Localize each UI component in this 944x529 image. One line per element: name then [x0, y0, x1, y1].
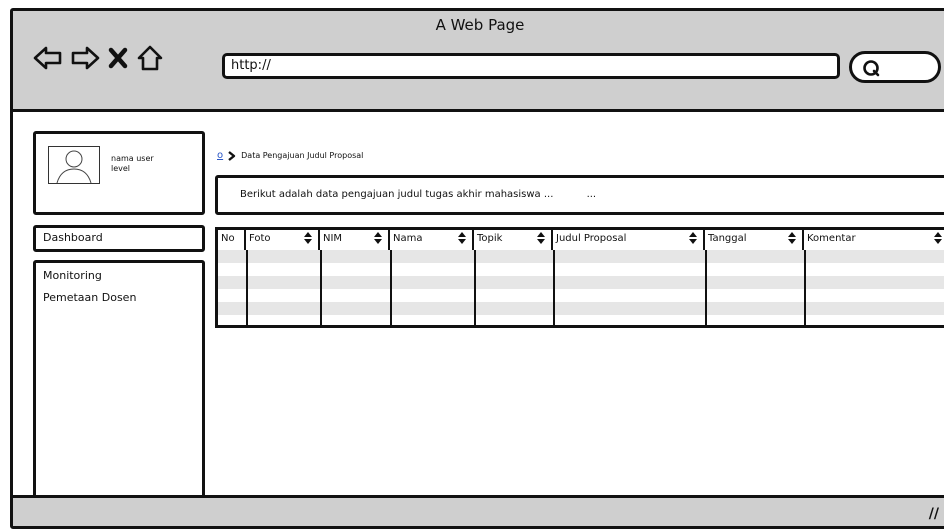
user-name: nama user [111, 154, 154, 163]
column-divider [474, 250, 476, 325]
column-divider [804, 250, 806, 325]
browser-toolbar: A Web Page http:// [13, 11, 944, 112]
breadcrumb: o Data Pengajuan Judul Proposal [217, 150, 363, 161]
column-header-nim[interactable]: NIM [320, 230, 390, 250]
sort-icon[interactable] [458, 232, 466, 244]
sidebar-item-pemetaan-dosen[interactable]: Pemetaan Dosen [43, 291, 195, 304]
column-divider [705, 250, 707, 325]
home-icon[interactable] [136, 44, 164, 72]
sort-icon[interactable] [788, 232, 796, 244]
back-icon[interactable] [33, 45, 63, 71]
sort-icon[interactable] [689, 232, 697, 244]
sort-icon[interactable] [374, 232, 382, 244]
info-text: Berikut adalah data pengajuan judul tuga… [240, 189, 554, 200]
info-panel: Berikut adalah data pengajuan judul tuga… [215, 175, 944, 215]
sort-icon[interactable] [537, 232, 545, 244]
data-table: No Foto NIM Nama Topik Judul Proposal Ta… [215, 227, 944, 328]
table-row[interactable] [218, 263, 944, 276]
table-row[interactable] [218, 302, 944, 315]
column-header-topik[interactable]: Topik [474, 230, 553, 250]
column-header-komentar[interactable]: Komentar [804, 230, 944, 250]
user-level: level [111, 164, 131, 173]
column-divider [390, 250, 392, 325]
window-title: A Web Page [435, 16, 525, 34]
search-icon [863, 60, 880, 77]
browser-window: A Web Page http:// nama user level Dashb… [10, 8, 944, 529]
sort-icon[interactable] [304, 232, 312, 244]
column-divider [553, 250, 555, 325]
status-bar: // [13, 495, 944, 526]
user-profile-card: nama user level [33, 131, 205, 215]
avatar [48, 146, 100, 184]
close-icon[interactable] [107, 46, 129, 70]
column-header-judul-proposal[interactable]: Judul Proposal [553, 230, 705, 250]
column-header-tanggal[interactable]: Tanggal [705, 230, 804, 250]
sort-icon[interactable] [934, 232, 942, 244]
chevron-right-icon [228, 150, 236, 161]
info-ellipsis: ... [586, 189, 597, 200]
search-box[interactable] [849, 51, 941, 83]
column-divider [320, 250, 322, 325]
sidebar-item-monitoring[interactable]: Monitoring [43, 269, 195, 282]
column-divider [246, 250, 248, 325]
resize-handle-icon[interactable]: // [929, 506, 939, 522]
column-header-no[interactable]: No [218, 230, 246, 250]
sidebar-item-dashboard[interactable]: Dashboard [33, 225, 205, 252]
table-row[interactable] [218, 276, 944, 289]
forward-icon[interactable] [70, 45, 100, 71]
table-header: No Foto NIM Nama Topik Judul Proposal Ta… [218, 230, 944, 252]
breadcrumb-home-icon[interactable]: o [217, 150, 223, 161]
url-input[interactable]: http:// [222, 53, 840, 79]
table-row[interactable] [218, 250, 944, 263]
breadcrumb-current: Data Pengajuan Judul Proposal [241, 151, 364, 160]
column-header-nama[interactable]: Nama [390, 230, 474, 250]
user-info: nama user level [111, 154, 154, 174]
table-body [218, 250, 944, 325]
column-header-foto[interactable]: Foto [246, 230, 320, 250]
sidebar-menu: Monitoring Pemetaan Dosen [33, 260, 205, 503]
nav-buttons [33, 41, 164, 75]
table-row[interactable] [218, 289, 944, 302]
